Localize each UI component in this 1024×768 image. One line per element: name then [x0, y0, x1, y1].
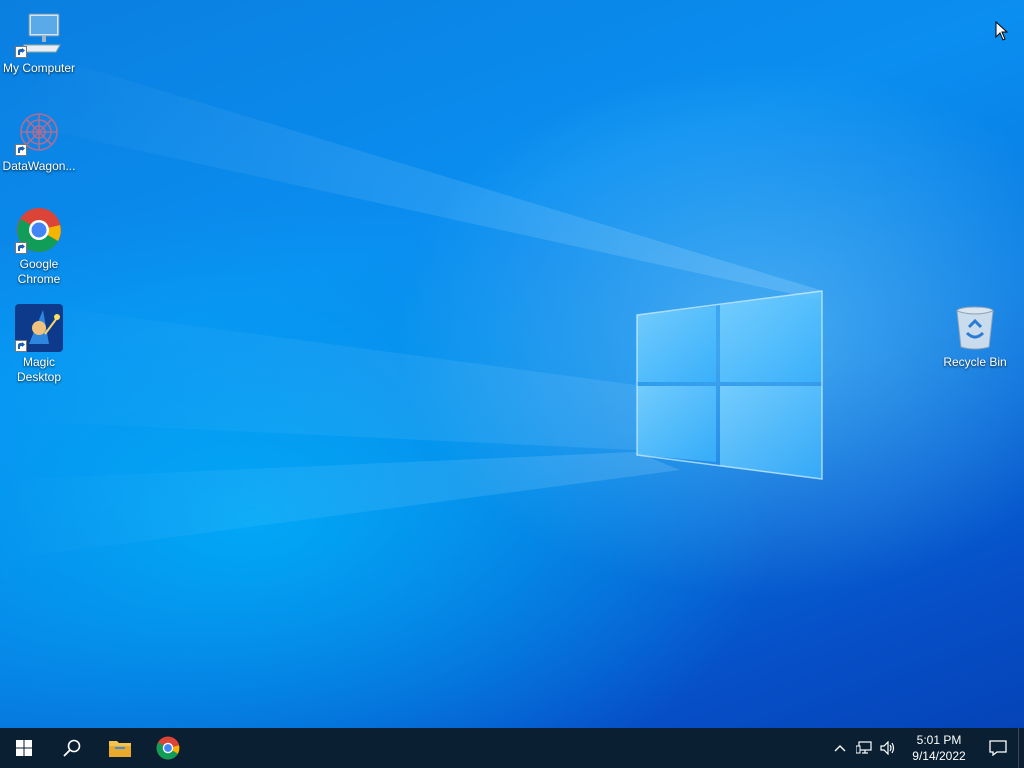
notification-icon [989, 740, 1007, 756]
desktop-icon-label: My Computer [2, 61, 76, 75]
mouse-pointer-icon [995, 21, 1009, 41]
recycle-bin-icon [956, 306, 994, 350]
desktop-icon-google-chrome[interactable]: Google Chrome [0, 206, 78, 287]
desktop-icon-label: Magic Desktop [16, 355, 62, 384]
chrome-icon [156, 736, 180, 760]
shortcut-arrow-icon [15, 340, 27, 352]
search-button[interactable] [48, 728, 96, 768]
start-button[interactable] [0, 728, 48, 768]
volume-button[interactable] [876, 728, 900, 768]
action-center-button[interactable] [978, 728, 1018, 768]
wallpaper-windows-logo [0, 60, 823, 560]
start-icon [16, 740, 32, 756]
show-desktop-button[interactable] [1018, 728, 1024, 768]
desktop-icon-label: Recycle Bin [943, 355, 1007, 369]
system-tray: 5:01 PM 9/14/2022 [828, 728, 1024, 768]
clock-time: 5:01 PM [916, 733, 962, 747]
taskbar-google-chrome[interactable] [144, 728, 192, 768]
taskbar: 5:01 PM 9/14/2022 [0, 728, 1024, 768]
show-hidden-icons-button[interactable] [828, 728, 852, 768]
desktop-icon-magic-desktop[interactable]: Magic Desktop [0, 304, 78, 385]
search-icon [63, 739, 81, 757]
shortcut-arrow-icon [15, 46, 27, 58]
chevron-up-icon [834, 745, 846, 752]
shortcut-arrow-icon [15, 242, 27, 254]
taskbar-file-explorer[interactable] [96, 728, 144, 768]
taskbar-clock[interactable]: 5:01 PM 9/14/2022 [900, 728, 978, 768]
shortcut-arrow-icon [15, 144, 27, 156]
network-button[interactable] [852, 728, 876, 768]
desktop-icon-my-computer[interactable]: My Computer [0, 10, 78, 76]
desktop-icon-datawagon[interactable]: DataWagon... [0, 108, 78, 174]
file-explorer-icon [109, 741, 131, 757]
desktop-icon-label: DataWagon... [2, 159, 76, 173]
desktop-background[interactable]: My Computer DataWagon... Google Chrome M… [0, 0, 1024, 728]
volume-icon [880, 741, 895, 755]
desktop-icon-label: Google Chrome [17, 257, 61, 286]
clock-date: 9/14/2022 [912, 749, 966, 763]
desktop-icon-recycle-bin[interactable]: Recycle Bin [936, 304, 1014, 370]
network-icon [856, 741, 872, 754]
